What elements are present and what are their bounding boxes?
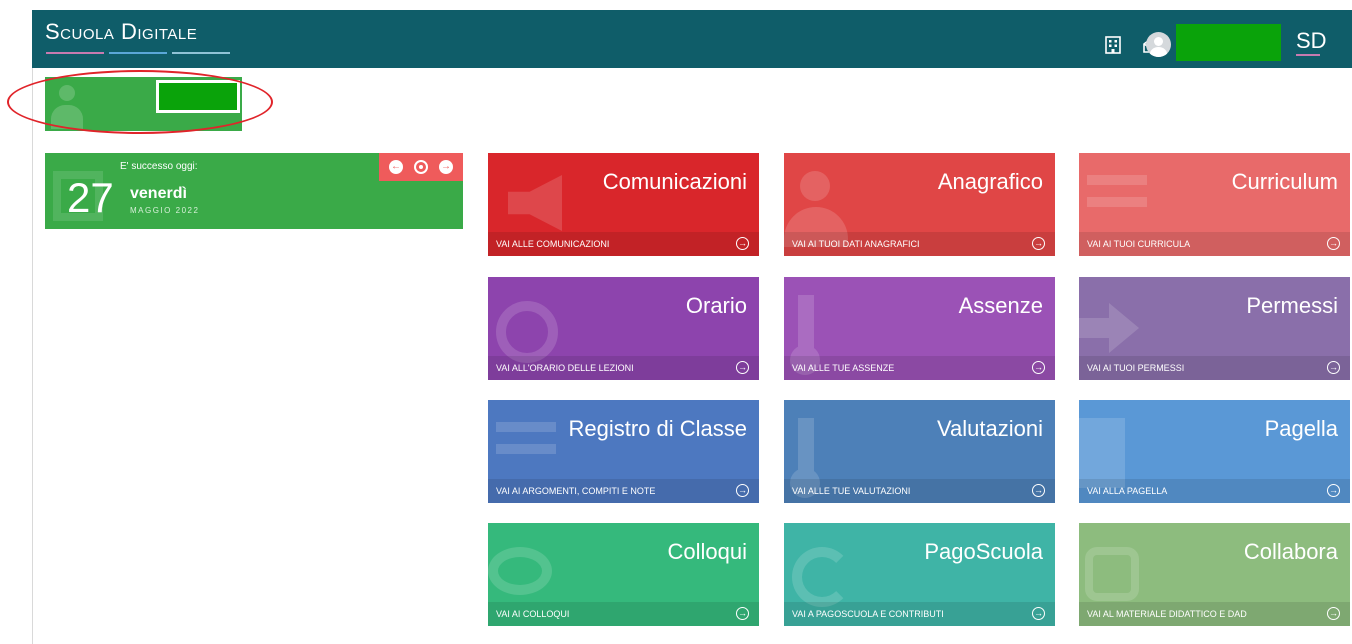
user-avatar-icon[interactable] <box>1146 32 1171 57</box>
tile-link[interactable]: VAI ALLE COMUNICAZIONI <box>496 239 609 249</box>
tile-footer[interactable]: VAI ALL'ORARIO DELLE LEZIONI → <box>488 356 759 380</box>
today-nav: ← → <box>379 153 463 181</box>
tile-permessi[interactable]: Permessi VAI AI TUOI PERMESSI → <box>1079 277 1350 380</box>
arrow-right-icon[interactable]: → <box>1032 484 1045 497</box>
tile-registro-di-classe[interactable]: Registro di Classe VAI AI ARGOMENTI, COM… <box>488 400 759 503</box>
tile-link[interactable]: VAI AI COLLOQUI <box>496 609 569 619</box>
person-icon <box>51 85 83 129</box>
tile-assenze[interactable]: Assenze VAI ALLE TUE ASSENZE → <box>784 277 1055 380</box>
logo-underline <box>46 52 230 55</box>
tile-link[interactable]: VAI AI TUOI DATI ANAGRAFICI <box>792 239 920 249</box>
user-name-redacted[interactable] <box>1176 24 1281 61</box>
tile-collabora[interactable]: Collabora VAI AL MATERIALE DIDATTICO E D… <box>1079 523 1350 626</box>
tile-footer[interactable]: VAI AI COLLOQUI → <box>488 602 759 626</box>
arrow-right-icon[interactable]: → <box>1327 607 1340 620</box>
tile-link[interactable]: VAI AI TUOI CURRICULA <box>1087 239 1190 249</box>
arrow-right-icon[interactable]: → <box>1327 361 1340 374</box>
tile-link[interactable]: VAI A PAGOSCUOLA E CONTRIBUTI <box>792 609 944 619</box>
tile-title: Permessi <box>1246 293 1338 318</box>
tile-title: Orario <box>685 293 747 318</box>
top-navbar: Scuola Digitale SD <box>32 10 1352 68</box>
tile-title: Collabora <box>1243 539 1338 564</box>
building-icon[interactable] <box>1103 35 1123 55</box>
arrow-right-icon[interactable]: → <box>736 237 749 250</box>
tile-link[interactable]: VAI AI TUOI PERMESSI <box>1087 363 1184 373</box>
tile-comunicazioni[interactable]: Comunicazioni VAI ALLE COMUNICAZIONI → <box>488 153 759 256</box>
tile-title: Valutazioni <box>937 416 1043 441</box>
tile-link[interactable]: VAI ALLE TUE ASSENZE <box>792 363 894 373</box>
tile-title: Colloqui <box>667 539 748 564</box>
tile-pagella[interactable]: Pagella VAI ALLA PAGELLA → <box>1079 400 1350 503</box>
tile-title: Curriculum <box>1231 169 1338 194</box>
tile-link[interactable]: VAI ALLA PAGELLA <box>1087 486 1167 496</box>
tile-link[interactable]: VAI AL MATERIALE DIDATTICO E DAD <box>1087 609 1247 619</box>
tile-valutazioni[interactable]: Valutazioni VAI ALLE TUE VALUTAZIONI → <box>784 400 1055 503</box>
arrow-right-icon[interactable]: → <box>1327 237 1340 250</box>
arrow-right-icon[interactable]: → <box>736 607 749 620</box>
tile-footer[interactable]: VAI AI TUOI PERMESSI → <box>1079 356 1350 380</box>
tile-title: Pagella <box>1264 416 1338 441</box>
tile-anagrafico[interactable]: Anagrafico VAI AI TUOI DATI ANAGRAFICI → <box>784 153 1055 256</box>
arrow-right-icon[interactable]: → <box>1032 361 1045 374</box>
arrow-right-icon[interactable]: → <box>1032 607 1045 620</box>
month-year: MAGGIO 2022 <box>130 206 200 215</box>
tile-link[interactable]: VAI ALLE TUE VALUTAZIONI <box>792 486 910 496</box>
school-logo-underline <box>1296 54 1320 56</box>
prev-arrow-icon[interactable]: ← <box>389 160 403 174</box>
today-label: E' successo oggi: <box>120 161 198 172</box>
day-name: venerdì <box>130 185 187 202</box>
tile-curriculum[interactable]: Curriculum VAI AI TUOI CURRICULA → <box>1079 153 1350 256</box>
tile-footer[interactable]: VAI ALLE COMUNICAZIONI → <box>488 232 759 256</box>
tile-title: Assenze <box>958 293 1043 318</box>
tile-footer[interactable]: VAI AL MATERIALE DIDATTICO E DAD → <box>1079 602 1350 626</box>
tile-footer[interactable]: VAI AI TUOI DATI ANAGRAFICI → <box>784 232 1055 256</box>
day-number: 27 <box>67 174 114 221</box>
tile-pagoscuola[interactable]: PagoScuola VAI A PAGOSCUOLA E CONTRIBUTI… <box>784 523 1055 626</box>
tile-footer[interactable]: VAI A PAGOSCUOLA E CONTRIBUTI → <box>784 602 1055 626</box>
tile-footer[interactable]: VAI ALLA PAGELLA → <box>1079 479 1350 503</box>
tile-link[interactable]: VAI AI ARGOMENTI, COMPITI E NOTE <box>496 486 655 496</box>
tile-title: Comunicazioni <box>602 169 747 194</box>
target-icon[interactable] <box>414 160 428 174</box>
tile-footer[interactable]: VAI ALLE TUE VALUTAZIONI → <box>784 479 1055 503</box>
tile-title: Anagrafico <box>937 169 1043 194</box>
today-widget: E' successo oggi: 27 venerdì MAGGIO 2022… <box>45 153 463 229</box>
arrow-right-icon[interactable]: → <box>1327 484 1340 497</box>
tile-footer[interactable]: VAI AI TUOI CURRICULA → <box>1079 232 1350 256</box>
profile-name-redacted <box>156 80 240 113</box>
tile-footer[interactable]: VAI ALLE TUE ASSENZE → <box>784 356 1055 380</box>
school-logo-small[interactable]: SD <box>1296 28 1327 54</box>
tile-title: PagoScuola <box>924 539 1043 564</box>
arrow-right-icon[interactable]: → <box>736 484 749 497</box>
tile-colloqui[interactable]: Colloqui VAI AI COLLOQUI → <box>488 523 759 626</box>
tile-footer[interactable]: VAI AI ARGOMENTI, COMPITI E NOTE → <box>488 479 759 503</box>
tile-link[interactable]: VAI ALL'ORARIO DELLE LEZIONI <box>496 363 634 373</box>
profile-card[interactable] <box>45 77 242 131</box>
next-arrow-icon[interactable]: → <box>439 160 453 174</box>
app-logo[interactable]: Scuola Digitale <box>45 19 197 45</box>
arrow-right-icon[interactable]: → <box>736 361 749 374</box>
arrow-right-icon[interactable]: → <box>1032 237 1045 250</box>
tile-title: Registro di Classe <box>568 416 747 441</box>
tile-orario[interactable]: Orario VAI ALL'ORARIO DELLE LEZIONI → <box>488 277 759 380</box>
